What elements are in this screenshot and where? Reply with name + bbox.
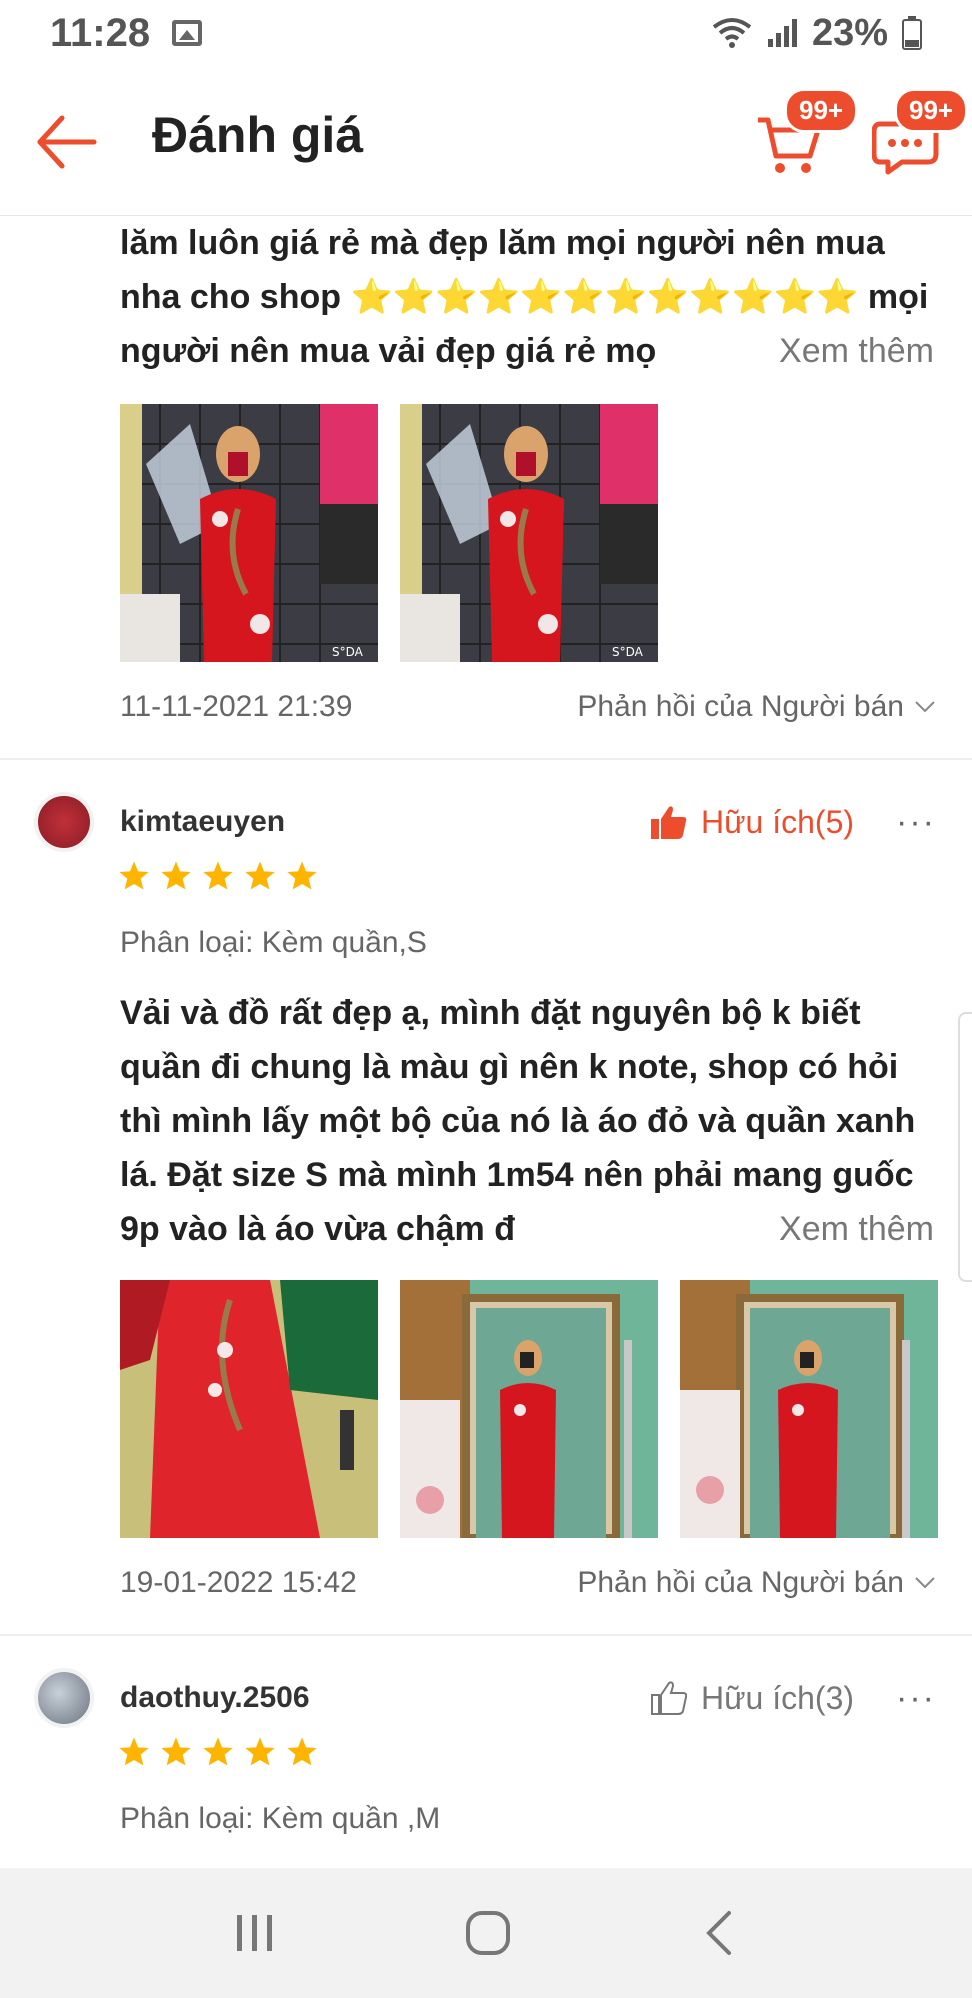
- reviews-list: lăm luôn giá rẻ mà đẹp lăm mọi người nên…: [0, 216, 972, 1836]
- review-photo[interactable]: S°DA: [120, 404, 378, 662]
- thumbs-up-outline-icon: [651, 1681, 688, 1715]
- username: kimtaeuyen: [120, 805, 286, 838]
- star-icon: [119, 1737, 149, 1766]
- star-icon: [245, 1737, 275, 1766]
- status-time: 11:28: [50, 10, 151, 55]
- signal-icon: [767, 19, 797, 47]
- more-options-icon[interactable]: ···: [896, 1679, 936, 1718]
- review-item: daothuy.2506 Hữu ích(3) ··· Phân loại: K…: [0, 1668, 972, 1836]
- review-header: kimtaeuyen Hữu ích(5) ···: [0, 792, 972, 852]
- recent-apps-icon[interactable]: [233, 1911, 277, 1955]
- chevron-down-icon: [915, 1577, 935, 1589]
- star-icon: [161, 1737, 191, 1766]
- system-navigation-bar: [0, 1868, 972, 1998]
- wifi-icon: [712, 18, 752, 48]
- top-app-bar: Đánh giá 99+ 99+: [0, 66, 972, 216]
- star-icon: [119, 861, 149, 890]
- divider: [0, 1634, 972, 1636]
- review-item: lăm luôn giá rẻ mà đẹp lăm mọi người nên…: [0, 216, 972, 760]
- battery-percent: 23%: [811, 11, 888, 54]
- username: daothuy.2506: [120, 1681, 310, 1714]
- thumbs-up-filled-icon: [651, 806, 687, 839]
- review-photo[interactable]: [400, 1280, 658, 1538]
- variant-label: Phân loại: Kèm quần,S: [120, 926, 427, 959]
- review-header: daothuy.2506 Hữu ích(3) ···: [0, 1668, 972, 1728]
- review-meta: 11-11-2021 21:39 Phản hồi của Người bán: [0, 690, 972, 724]
- star-icon: [203, 1737, 233, 1766]
- review-meta: 19-01-2022 15:42 Phản hồi của Người bán: [0, 1566, 972, 1600]
- avatar[interactable]: [34, 792, 94, 852]
- review-photos: [0, 1280, 972, 1538]
- chat-count-badge: 99+: [894, 88, 969, 133]
- star-icon: [203, 861, 233, 890]
- review-item: kimtaeuyen Hữu ích(5) ··· Phân loại: Kèm…: [0, 792, 972, 1636]
- avatar[interactable]: [34, 1668, 94, 1728]
- review-photos: S°DA S°DA: [0, 404, 972, 662]
- cart-count-badge: 99+: [784, 88, 859, 133]
- seller-reply-toggle[interactable]: Phản hồi của Người bán: [577, 1566, 936, 1600]
- photo-watermark: S°DA: [612, 645, 644, 659]
- home-icon[interactable]: [464, 1909, 512, 1957]
- photo-watermark: S°DA: [332, 645, 364, 659]
- star-icon: [161, 861, 191, 890]
- chevron-down-icon: [915, 701, 935, 713]
- review-photo[interactable]: [120, 1280, 378, 1538]
- variant-label: Phân loại: Kèm quần ,M: [120, 1802, 441, 1835]
- back-arrow-icon[interactable]: [34, 112, 98, 172]
- battery-icon: [902, 16, 922, 50]
- review-photo[interactable]: [680, 1280, 938, 1538]
- divider: [0, 758, 972, 760]
- seller-reply-toggle[interactable]: Phản hồi của Người bán: [577, 690, 936, 724]
- scroll-indicator[interactable]: [958, 1012, 972, 1282]
- page-title: Đánh giá: [152, 107, 364, 163]
- gallery-notification-icon: [172, 20, 203, 46]
- rating-stars: [0, 1736, 972, 1768]
- see-more-link[interactable]: Xem thêm: [739, 324, 934, 378]
- review-text: Vải và đồ rất đẹp ạ, mình đặt nguyên bộ …: [0, 986, 972, 1256]
- see-more-link[interactable]: Xem thêm: [739, 1202, 934, 1256]
- back-nav-icon[interactable]: [699, 1909, 739, 1957]
- review-text: lăm luôn giá rẻ mà đẹp lăm mọi người nên…: [0, 216, 972, 378]
- more-options-icon[interactable]: ···: [896, 803, 936, 842]
- review-photo[interactable]: S°DA: [400, 404, 658, 662]
- cart-button[interactable]: 99+: [754, 88, 859, 176]
- star-icon: [287, 861, 317, 890]
- helpful-button[interactable]: Hữu ích(3): [651, 1680, 854, 1717]
- rating-stars: [0, 860, 972, 892]
- chat-button[interactable]: 99+: [872, 88, 969, 176]
- status-bar: 11:28 23%: [0, 0, 972, 66]
- helpful-button[interactable]: Hữu ích(5): [651, 804, 854, 841]
- star-icon: [287, 1737, 317, 1766]
- review-date: 11-11-2021 21:39: [120, 690, 353, 723]
- review-date: 19-01-2022 15:42: [120, 1566, 357, 1599]
- star-icon: [245, 861, 275, 890]
